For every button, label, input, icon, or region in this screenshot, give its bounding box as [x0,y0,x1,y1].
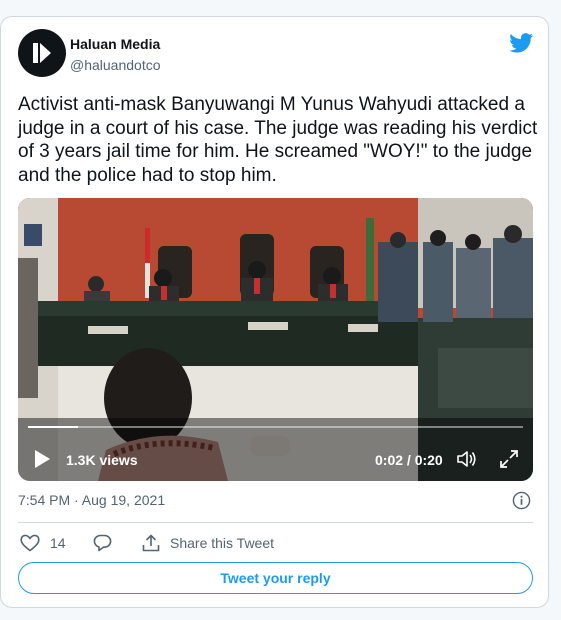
avatar-logo-icon [33,43,51,63]
tweet-text: Activist anti-mask Banyuwangi M Yunus Wa… [18,94,538,186]
heart-icon [20,534,40,552]
video-progress-bar[interactable] [28,426,523,428]
reply-action-button[interactable] [93,532,112,554]
twitter-bird-icon[interactable] [509,33,534,53]
video-frame [18,198,533,481]
like-count: 14 [50,535,66,551]
play-icon[interactable] [33,449,51,469]
volume-icon[interactable] [456,449,478,469]
tweet-timestamp[interactable]: 7:54 PM · Aug 19, 2021 [18,492,165,508]
tweet-actions: 14 Share this Tweet [18,532,533,554]
author-name[interactable]: Haluan Media [70,36,160,52]
video-player[interactable]: 1.3K views 0:02 / 0:20 [18,198,533,481]
video-progress-fill [28,426,78,428]
video-time: 0:02 / 0:20 [375,452,443,468]
share-button[interactable]: Share this Tweet [142,532,274,554]
divider [18,522,533,523]
tweet-card: Haluan Media @haluandotco Activist anti-… [0,16,549,608]
share-label: Share this Tweet [170,535,275,551]
author-handle[interactable]: @haluandotco [70,57,161,73]
tweet-your-reply-button[interactable]: Tweet your reply [18,562,533,594]
avatar[interactable] [18,29,66,77]
reply-icon [93,534,112,552]
share-icon [142,534,160,552]
info-icon[interactable] [512,491,531,510]
fullscreen-icon[interactable] [499,449,519,469]
video-view-count: 1.3K views [66,452,138,468]
like-button[interactable]: 14 [20,532,66,554]
